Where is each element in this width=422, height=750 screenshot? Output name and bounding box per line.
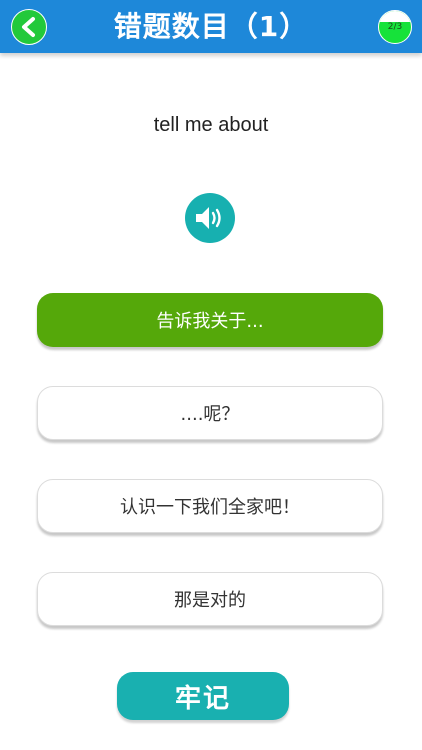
progress-text: 2/3 [387, 22, 403, 32]
option-label: 告诉我关于... [156, 311, 264, 332]
progress-indicator: 2/3 [378, 10, 412, 44]
play-audio-button[interactable] [185, 193, 235, 243]
remember-button[interactable]: 牢记 [117, 672, 289, 720]
question-word: tell me about [153, 114, 269, 136]
page-title: 错题数目（1） [113, 10, 309, 43]
option-4[interactable]: 那是对的 [37, 572, 383, 626]
option-label: ....呢？ [180, 404, 240, 425]
header-bar: 错题数目（1） 2/3 [0, 0, 422, 53]
option-3[interactable]: 认识一下我们全家吧！ [37, 479, 383, 533]
speaker-icon [196, 207, 221, 229]
option-label: 那是对的 [174, 590, 246, 611]
chevron-left-icon [22, 17, 35, 37]
option-1[interactable]: 告诉我关于... [37, 293, 383, 347]
vocabulary-review-screen: 错题数目（1） 2/3 tell me about 告诉我关于... ....呢… [0, 0, 422, 750]
option-label: 认识一下我们全家吧！ [120, 497, 300, 518]
back-button[interactable] [11, 9, 47, 45]
option-2[interactable]: ....呢？ [37, 386, 383, 440]
